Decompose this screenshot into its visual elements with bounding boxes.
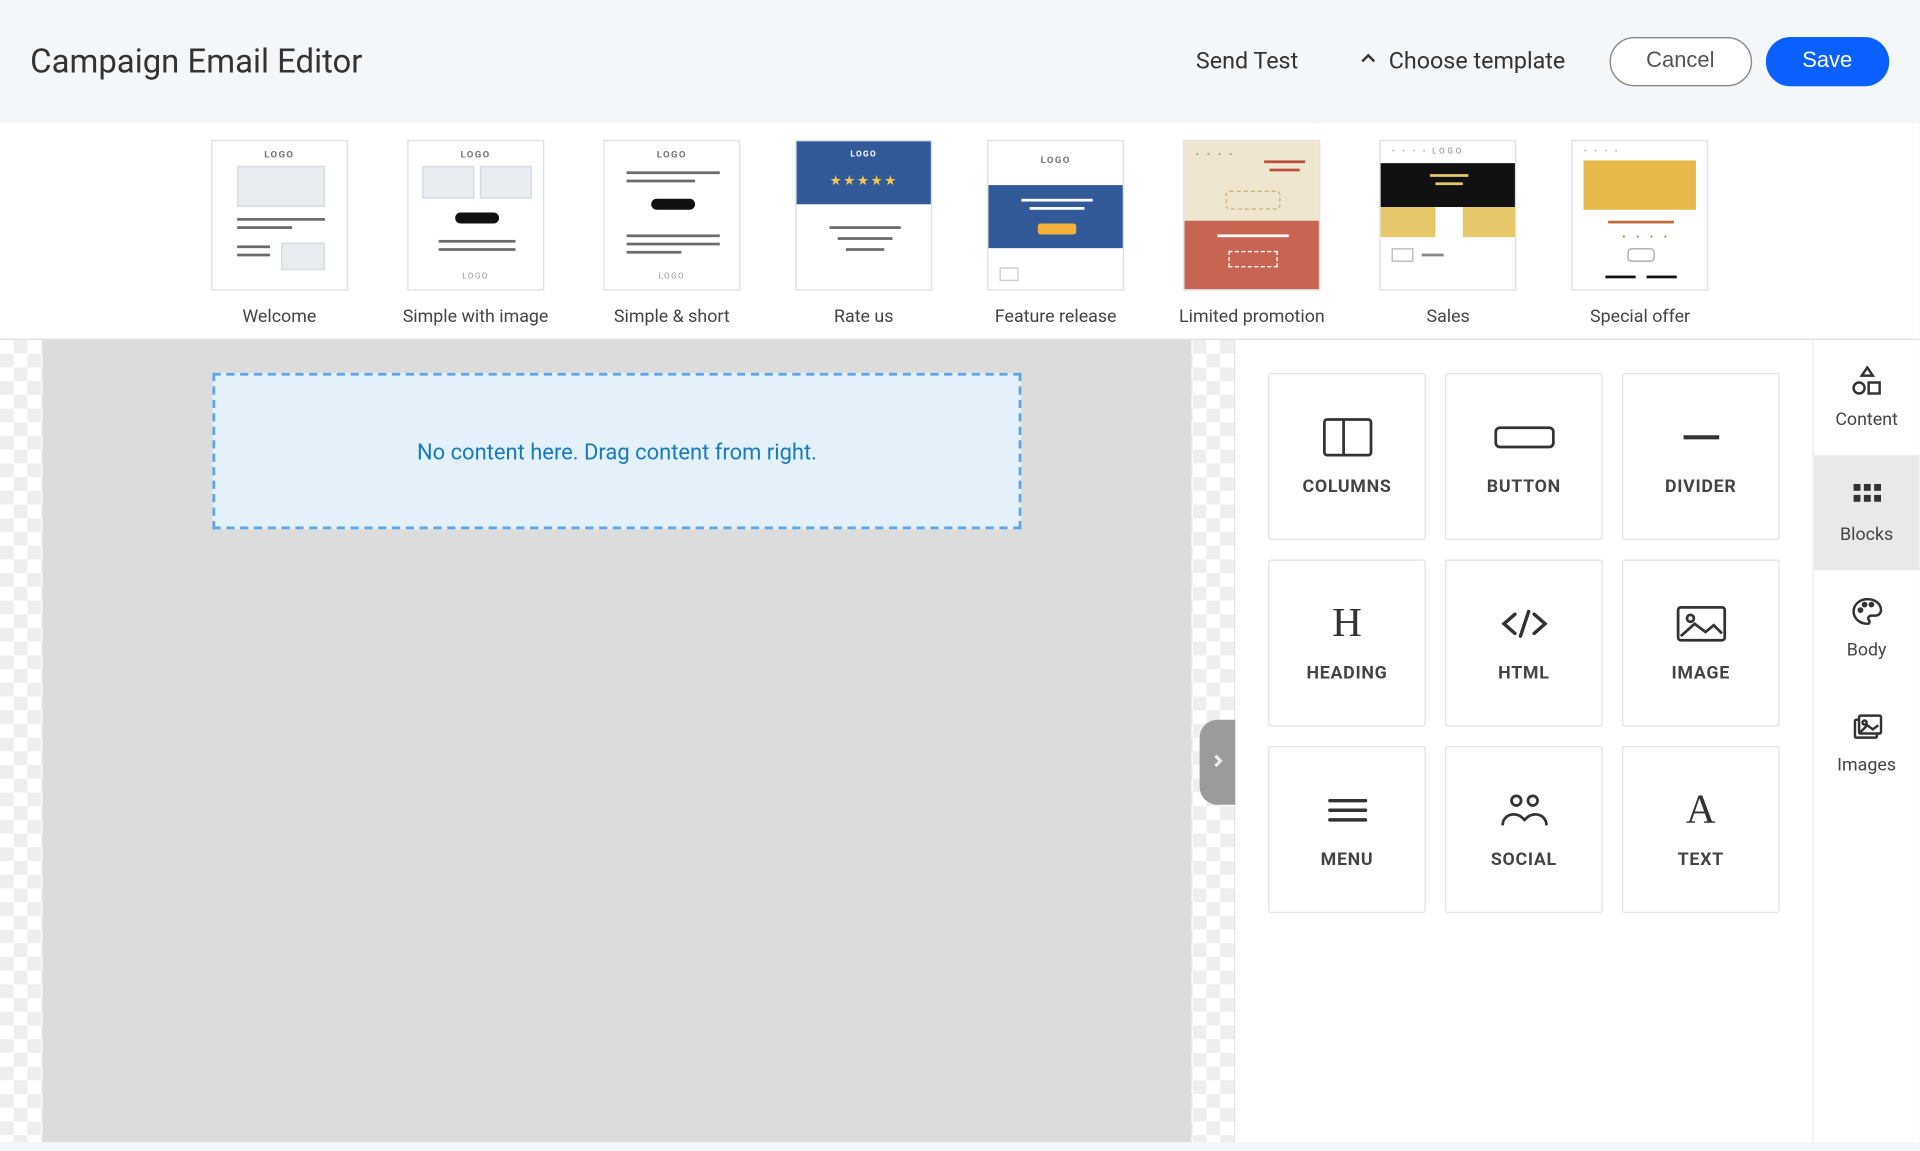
template-welcome[interactable]: LOGO Welcome bbox=[211, 140, 348, 328]
block-button[interactable]: BUTTON bbox=[1445, 373, 1603, 540]
template-gallery: LOGO Welcome LOGO bbox=[0, 123, 1919, 340]
template-rate-us[interactable]: LOGO ★★★★★ Rate us bbox=[795, 140, 932, 328]
tab-body[interactable]: Body bbox=[1814, 570, 1920, 685]
chevron-right-icon bbox=[1209, 749, 1225, 775]
template-thumbnail: • • • • • • • • bbox=[1572, 140, 1709, 291]
block-label: SOCIAL bbox=[1491, 849, 1557, 870]
template-thumbnail: LOGO bbox=[987, 140, 1124, 291]
tab-images[interactable]: Images bbox=[1814, 686, 1920, 801]
template-thumbnail: LOGO ★★★★★ bbox=[795, 140, 932, 291]
tab-label: Blocks bbox=[1840, 524, 1893, 545]
tab-label: Content bbox=[1835, 409, 1898, 430]
tab-label: Body bbox=[1847, 640, 1887, 661]
panel-collapse-handle[interactable] bbox=[1200, 719, 1236, 804]
blocks-grid: COLUMNS BUTTON DIVIDER H HEADING bbox=[1235, 340, 1812, 1142]
template-thumbnail: • • • • LOGO bbox=[1380, 140, 1517, 291]
save-button[interactable]: Save bbox=[1765, 37, 1889, 86]
save-label: Save bbox=[1802, 49, 1852, 72]
image-icon bbox=[1669, 603, 1732, 644]
empty-dropzone[interactable]: No content here. Drag content from right… bbox=[213, 373, 1022, 529]
choose-template-toggle[interactable]: Choose template bbox=[1359, 48, 1566, 75]
chevron-up-icon bbox=[1359, 48, 1378, 75]
template-label: Rate us bbox=[834, 307, 893, 328]
block-menu[interactable]: MENU bbox=[1268, 746, 1426, 913]
heading-icon: H bbox=[1315, 603, 1378, 644]
stars-icon: ★★★★★ bbox=[830, 174, 898, 189]
block-label: IMAGE bbox=[1672, 663, 1730, 684]
block-text[interactable]: A TEXT bbox=[1622, 746, 1780, 913]
page-title: Campaign Email Editor bbox=[30, 43, 362, 81]
cancel-label: Cancel bbox=[1646, 49, 1714, 72]
tab-label: Images bbox=[1837, 755, 1896, 776]
block-divider[interactable]: DIVIDER bbox=[1622, 373, 1780, 540]
template-thumbnail: LOGO bbox=[211, 140, 348, 291]
tab-content[interactable]: Content bbox=[1814, 340, 1920, 455]
send-test-link[interactable]: Send Test bbox=[1196, 48, 1298, 75]
email-canvas[interactable]: No content here. Drag content from right… bbox=[43, 340, 1192, 1142]
template-thumbnail: • • • • bbox=[1183, 140, 1320, 291]
cancel-button[interactable]: Cancel bbox=[1609, 37, 1751, 86]
block-image[interactable]: IMAGE bbox=[1622, 559, 1780, 726]
block-columns[interactable]: COLUMNS bbox=[1268, 373, 1426, 540]
template-feature-release[interactable]: LOGO Feature release bbox=[987, 140, 1124, 328]
images-icon bbox=[1850, 711, 1883, 747]
tab-blocks[interactable]: Blocks bbox=[1814, 455, 1920, 570]
right-panel: COLUMNS BUTTON DIVIDER H HEADING bbox=[1234, 340, 1920, 1142]
shapes-icon bbox=[1850, 365, 1883, 401]
grid-icon bbox=[1850, 481, 1883, 517]
template-label: Simple & short bbox=[614, 307, 730, 328]
block-label: TEXT bbox=[1678, 849, 1724, 870]
tabs-rail: Content Blocks Body bbox=[1812, 340, 1919, 1142]
canvas-area: No content here. Drag content from right… bbox=[0, 340, 1234, 1142]
block-label: DIVIDER bbox=[1665, 476, 1736, 497]
template-simple-with-image[interactable]: LOGO LOGO Simple with image bbox=[403, 140, 549, 328]
choose-template-label: Choose template bbox=[1389, 48, 1566, 75]
html-icon bbox=[1492, 603, 1555, 644]
palette-icon bbox=[1850, 596, 1883, 632]
send-test-label: Send Test bbox=[1196, 48, 1298, 75]
template-thumbnail: LOGO LOGO bbox=[603, 140, 740, 291]
block-label: BUTTON bbox=[1487, 476, 1561, 497]
block-heading[interactable]: H HEADING bbox=[1268, 559, 1426, 726]
template-label: Special offer bbox=[1590, 307, 1690, 328]
block-label: MENU bbox=[1321, 849, 1374, 870]
template-special-offer[interactable]: • • • • • • • • Special offer bbox=[1572, 140, 1709, 328]
block-label: COLUMNS bbox=[1302, 476, 1391, 497]
template-label: Sales bbox=[1426, 307, 1469, 328]
block-social[interactable]: SOCIAL bbox=[1445, 746, 1603, 913]
button-icon bbox=[1492, 416, 1555, 457]
block-html[interactable]: HTML bbox=[1445, 559, 1603, 726]
template-thumbnail: LOGO LOGO bbox=[407, 140, 544, 291]
divider-icon bbox=[1669, 416, 1732, 457]
text-icon: A bbox=[1669, 789, 1732, 830]
template-limited-promotion[interactable]: • • • • Limited promotion bbox=[1179, 140, 1325, 328]
template-sales[interactable]: • • • • LOGO Sales bbox=[1380, 140, 1517, 328]
empty-message: No content here. Drag content from right… bbox=[417, 438, 817, 464]
header: Campaign Email Editor Send Test Choose t… bbox=[0, 0, 1919, 123]
template-label: Welcome bbox=[242, 307, 316, 328]
social-icon bbox=[1492, 789, 1555, 830]
block-label: HEADING bbox=[1307, 663, 1388, 684]
workspace: No content here. Drag content from right… bbox=[0, 340, 1919, 1142]
template-label: Feature release bbox=[995, 307, 1117, 328]
template-label: Simple with image bbox=[403, 307, 549, 328]
template-label: Limited promotion bbox=[1179, 307, 1325, 328]
template-simple-short[interactable]: LOGO LOGO Simple & short bbox=[603, 140, 740, 328]
block-label: HTML bbox=[1498, 663, 1549, 684]
columns-icon bbox=[1315, 416, 1378, 457]
menu-icon bbox=[1315, 789, 1378, 830]
